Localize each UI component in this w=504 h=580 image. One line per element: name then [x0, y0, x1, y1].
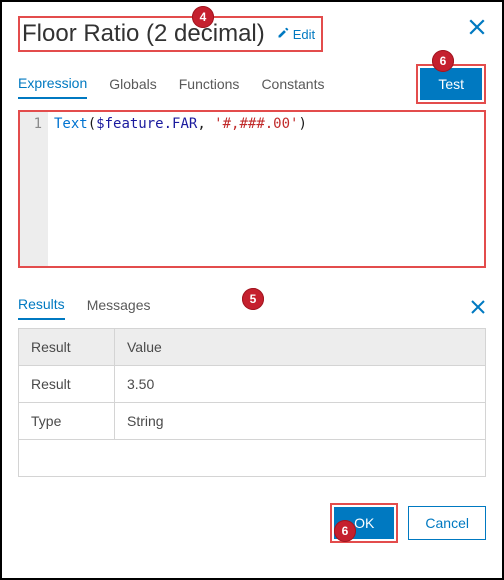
- expression-title: Floor Ratio (2 decimal): [22, 20, 265, 48]
- table-header-row: Result Value: [19, 329, 485, 366]
- pencil-icon: [277, 27, 289, 42]
- col-value: Value: [115, 329, 485, 365]
- line-number: 1: [20, 116, 42, 132]
- tab-globals[interactable]: Globals: [109, 76, 156, 98]
- col-result: Result: [19, 329, 115, 365]
- test-button[interactable]: Test: [420, 68, 482, 100]
- callout-4: 4: [192, 6, 214, 28]
- cancel-button[interactable]: Cancel: [408, 506, 486, 540]
- code-editor[interactable]: 1 Text($feature.FAR, '#,###.00'): [18, 110, 486, 268]
- results-table: Result Value Result 3.50 Type String: [18, 328, 486, 477]
- tab-expression[interactable]: Expression: [18, 75, 87, 99]
- table-row: Result 3.50: [19, 366, 485, 403]
- code-line: Text($feature.FAR, '#,###.00'): [48, 112, 313, 266]
- callout-6-bottom: 6: [334, 520, 356, 542]
- cell-value: String: [115, 403, 485, 439]
- tab-constants[interactable]: Constants: [261, 76, 324, 98]
- table-row: Type String: [19, 403, 485, 440]
- tab-messages[interactable]: Messages: [87, 297, 151, 319]
- callout-5: 5: [242, 288, 264, 310]
- test-button-highlight: Test: [416, 64, 486, 104]
- dialog-footer: OK Cancel: [18, 503, 486, 543]
- cell-value: 3.50: [115, 366, 485, 402]
- cell-key: Type: [19, 403, 115, 439]
- editor-tabs: Expression Globals Functions Constants T…: [18, 70, 486, 104]
- line-gutter: 1: [20, 112, 48, 266]
- close-results-icon[interactable]: [470, 299, 486, 318]
- edit-label: Edit: [293, 27, 315, 42]
- tab-functions[interactable]: Functions: [179, 76, 240, 98]
- title-container: Floor Ratio (2 decimal) Edit: [18, 16, 323, 52]
- cell-key: Result: [19, 366, 115, 402]
- tab-results[interactable]: Results: [18, 296, 65, 320]
- edit-button[interactable]: Edit: [277, 27, 315, 42]
- close-icon[interactable]: [468, 18, 486, 41]
- callout-6-top: 6: [432, 50, 454, 72]
